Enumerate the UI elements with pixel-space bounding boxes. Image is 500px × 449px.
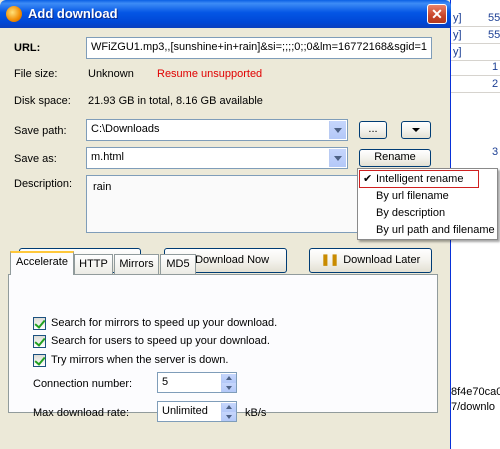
max-rate-label: Max download rate: [33,407,129,419]
savepath-combo[interactable]: C:\Downloads [86,119,348,141]
bg-cell: 3 [492,146,499,158]
try-mirrors-checkbox[interactable] [33,354,46,367]
bg-cell: y] [453,46,462,58]
mirrors-checkbox[interactable] [33,317,46,330]
users-checkbox[interactable] [33,335,46,348]
tab-md5[interactable]: MD5 [160,254,196,274]
connection-number-input[interactable]: 5 [157,372,237,393]
max-rate-spinner[interactable] [221,403,236,421]
spin-up-icon[interactable] [222,403,236,412]
filesize-label: File size: [14,68,58,80]
chevron-down-icon[interactable] [329,149,346,167]
rename-menu: ✔ Intelligent rename By url filename By … [357,168,498,240]
savepath-options-button[interactable] [401,121,431,139]
description-label: Description: [14,178,73,190]
bg-cell: 7/downlo [451,401,496,413]
spin-down-icon[interactable] [222,383,236,392]
saveas-value: m.html [91,151,124,163]
connection-value: 5 [162,376,169,388]
title-bar[interactable]: Add download ✕ [0,0,451,28]
bg-cell: y] [453,12,462,24]
download-later-button[interactable]: ❚❚ Download Later [309,248,432,273]
browse-button[interactable]: ... [359,121,387,139]
diskspace-value: 21.93 GB in total, 8.16 GB available [88,95,263,107]
spin-up-icon[interactable] [222,374,236,383]
rename-button[interactable]: Rename [359,149,431,167]
download-later-label: Download Later [343,254,421,266]
saveas-label: Save as: [14,153,57,165]
bg-cell: 55 [488,12,500,24]
menu-item-by-description[interactable]: By description [376,207,445,219]
url-input[interactable]: WFiZGU1.mp3,,[sunshine+in+rain]&si=;;;;0… [86,37,432,59]
checkmark-icon: ✔ [363,173,373,185]
savepath-value: C:\Downloads [91,123,160,135]
pause-icon: ❚❚ [320,254,340,266]
diskspace-label: Disk space: [14,95,71,107]
bg-cell: 8f4e70ca0 [451,386,500,398]
bg-cell: 2 [492,78,499,90]
saveas-combo[interactable]: m.html [86,147,348,169]
download-now-label: Download Now [195,254,270,266]
dropdown-arrow-icon [412,128,420,132]
menu-item-by-url-path[interactable]: By url path and filename [376,224,495,236]
spin-down-icon[interactable] [222,412,236,421]
url-label: URL: [14,42,41,54]
tab-http[interactable]: HTTP [74,254,113,274]
savepath-label: Save path: [14,125,67,137]
chevron-down-icon[interactable] [329,121,346,139]
option-label: Search for users to speed up your downlo… [51,335,270,347]
menu-item-intelligent-rename[interactable]: Intelligent rename [376,173,463,185]
app-icon [6,6,22,22]
resume-status: Resume unsupported [157,68,263,80]
dialog-title: Add download [28,6,118,21]
close-button[interactable]: ✕ [427,4,447,24]
max-rate-value: Unlimited [162,405,208,417]
tab-mirrors[interactable]: Mirrors [114,254,159,274]
accelerate-panel: Search for mirrors to speed up your down… [8,274,438,422]
filesize-value: Unknown [88,68,134,80]
tab-accelerate[interactable]: Accelerate [10,251,74,275]
connection-label: Connection number: [33,378,133,390]
max-rate-input[interactable]: Unlimited [157,401,237,422]
option-label: Try mirrors when the server is down. [51,354,229,366]
bg-cell: y] [453,29,462,41]
menu-item-by-url-filename[interactable]: By url filename [376,190,449,202]
rate-unit: kB/s [245,407,267,419]
connection-spinner[interactable] [221,374,236,392]
bg-cell: 1 [492,61,499,73]
bg-cell: 55 [488,29,500,41]
option-label: Search for mirrors to speed up your down… [51,317,278,329]
